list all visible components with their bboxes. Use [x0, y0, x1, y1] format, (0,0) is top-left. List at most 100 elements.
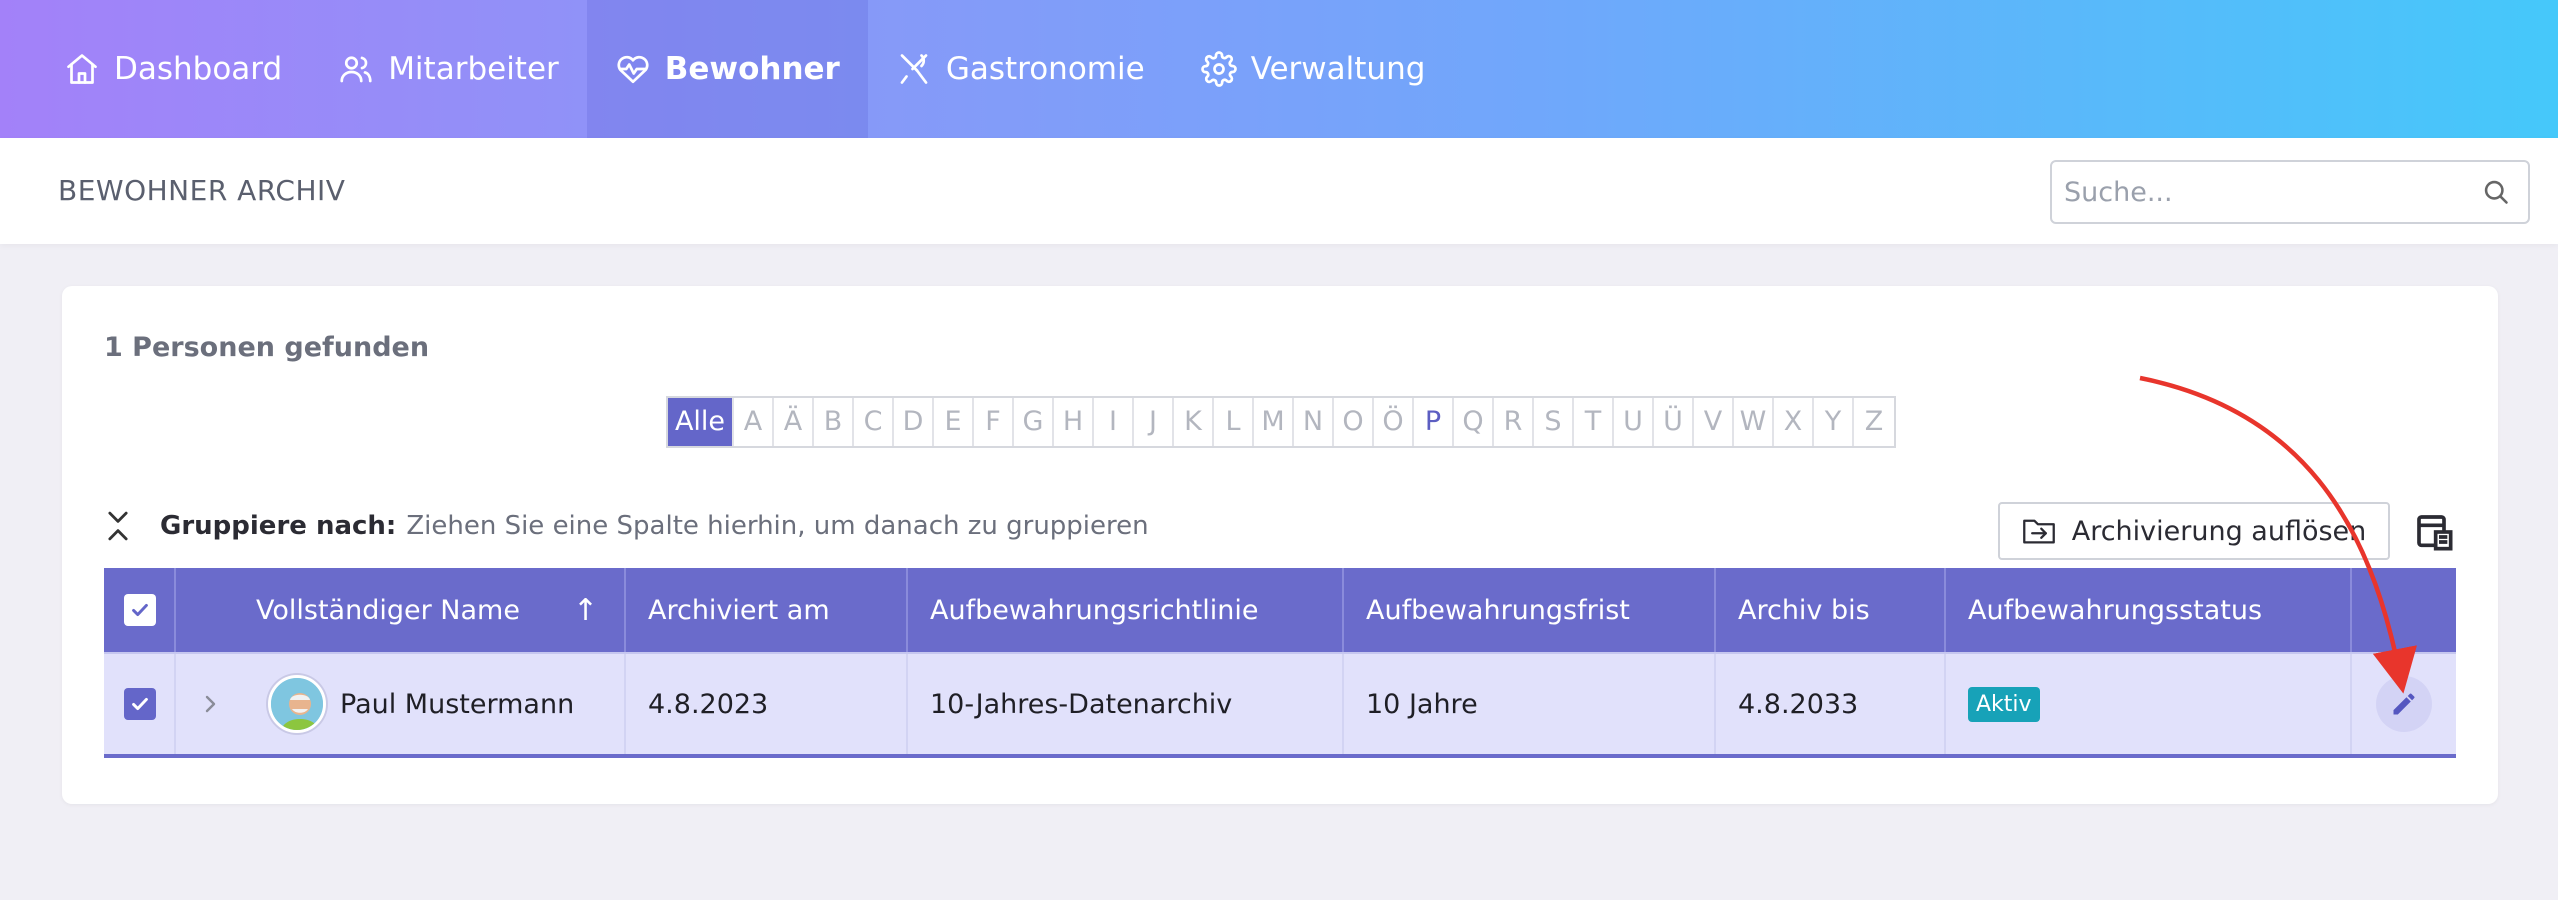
column-header-label: Aufbewahrungsrichtlinie: [930, 594, 1259, 626]
letter-filter[interactable]: R: [1494, 398, 1534, 446]
gear-icon: [1200, 51, 1237, 87]
search-icon[interactable]: [2482, 178, 2510, 206]
avatar-image: [271, 678, 323, 730]
unarchive-button[interactable]: Archivierung auflösen: [1998, 502, 2390, 560]
letter-filter[interactable]: Q: [1454, 398, 1494, 446]
column-header-label: Archiv bis: [1738, 594, 1870, 626]
letter-filter[interactable]: N: [1294, 398, 1334, 446]
actions-cell: [2352, 654, 2456, 754]
nav-item-label: Verwaltung: [1250, 51, 1426, 87]
letter-filter[interactable]: I: [1094, 398, 1134, 446]
column-header-policy[interactable]: Aufbewahrungsrichtlinie: [908, 568, 1344, 652]
table-header: Vollständiger Name ↑ Archiviert am Aufbe…: [104, 568, 2456, 652]
letter-filter[interactable]: Ö: [1374, 398, 1414, 446]
nav-item-label: Gastronomie: [945, 51, 1145, 87]
pencil-icon: [2393, 693, 2415, 715]
column-header-label: Vollständiger Name: [256, 594, 520, 626]
check-icon: [132, 603, 148, 617]
letter-filter[interactable]: B: [814, 398, 854, 446]
avatar: [268, 675, 326, 733]
letter-filter[interactable]: M: [1254, 398, 1294, 446]
status-cell: Aktiv: [1946, 654, 2352, 754]
letter-filter[interactable]: O: [1334, 398, 1374, 446]
name-cell: Paul Mustermann: [176, 654, 626, 754]
nav-item-gastronomie[interactable]: Gastronomie: [868, 0, 1173, 138]
home-icon: [67, 54, 97, 84]
nav-item-bewohner[interactable]: Bewohner: [586, 0, 868, 138]
letter-filter[interactable]: Y: [1814, 398, 1854, 446]
nav-item-dashboard[interactable]: Dashboard: [36, 0, 310, 138]
letter-filter-p[interactable]: P: [1414, 398, 1454, 446]
letter-filter[interactable]: Z: [1854, 398, 1894, 446]
group-by-label: Gruppiere nach:: [160, 511, 397, 541]
archived-on-cell: 4.8.2023: [626, 654, 908, 754]
column-header-name[interactable]: Vollständiger Name ↑: [176, 568, 626, 652]
edit-button[interactable]: [2376, 676, 2432, 732]
collapse-icon[interactable]: [104, 508, 132, 544]
search-box: [2050, 160, 2530, 224]
folder-export-icon: [2022, 519, 2055, 544]
letter-filter[interactable]: L: [1214, 398, 1254, 446]
letter-filter[interactable]: D: [894, 398, 934, 446]
row-checkbox[interactable]: [124, 688, 156, 720]
nav-item-label: Mitarbeiter: [388, 51, 559, 87]
archive-table: Vollständiger Name ↑ Archiviert am Aufbe…: [104, 568, 2456, 758]
column-header-label: Aufbewahrungsstatus: [1968, 594, 2263, 626]
page-title: BEWOHNER ARCHIV: [58, 174, 346, 207]
nav-item-verwaltung[interactable]: Verwaltung: [1173, 0, 1454, 138]
column-header-label: Aufbewahrungsfrist: [1366, 594, 1630, 626]
column-header-archive-until[interactable]: Archiv bis: [1716, 568, 1946, 652]
resident-name: Paul Mustermann: [340, 688, 575, 720]
letter-filter[interactable]: K: [1174, 398, 1214, 446]
letter-filter[interactable]: Ü: [1654, 398, 1694, 446]
column-header-archived-on[interactable]: Archiviert am: [626, 568, 908, 652]
archive-card: 1 Personen gefunden Alle A Ä B C D E F G…: [62, 286, 2498, 804]
nav-item-label: Dashboard: [114, 51, 283, 87]
letter-filter[interactable]: U: [1614, 398, 1654, 446]
sort-ascending-icon[interactable]: ↑: [573, 593, 598, 628]
letter-filter[interactable]: F: [974, 398, 1014, 446]
letter-filter[interactable]: V: [1694, 398, 1734, 446]
nav-item-mitarbeiter[interactable]: Mitarbeiter: [310, 0, 587, 138]
status-badge: Aktiv: [1968, 686, 2040, 722]
period-cell: 10 Jahre: [1344, 654, 1716, 754]
alphabet-filter: Alle A Ä B C D E F G H I J K L M N O Ö P…: [666, 396, 1896, 448]
column-chooser-icon: [2417, 515, 2453, 551]
letter-filter[interactable]: C: [854, 398, 894, 446]
column-header-period[interactable]: Aufbewahrungsfrist: [1344, 568, 1716, 652]
letter-filter[interactable]: T: [1574, 398, 1614, 446]
letter-filter[interactable]: J: [1134, 398, 1174, 446]
table-row[interactable]: Paul Mustermann 4.8.2023 10-Jahres-Daten…: [104, 652, 2456, 758]
letter-filter[interactable]: E: [934, 398, 974, 446]
group-by-panel[interactable]: Gruppiere nach: Ziehen Sie eine Spalte h…: [104, 508, 1149, 544]
page-header: BEWOHNER ARCHIV: [0, 138, 2558, 244]
column-chooser-button[interactable]: [2414, 512, 2454, 552]
unarchive-button-label: Archivierung auflösen: [2071, 515, 2367, 547]
chevron-right-icon[interactable]: [198, 692, 222, 716]
column-header-actions: [2352, 568, 2456, 652]
users-icon: [340, 56, 372, 83]
result-count: 1 Personen gefunden: [104, 332, 430, 363]
letter-filter[interactable]: A: [734, 398, 774, 446]
select-all-cell: [104, 568, 176, 652]
archive-until-cell: 4.8.2033: [1716, 654, 1946, 754]
letter-filter[interactable]: S: [1534, 398, 1574, 446]
row-select-cell: [104, 654, 176, 754]
letter-filter-all[interactable]: Alle: [668, 398, 734, 446]
policy-cell: 10-Jahres-Datenarchiv: [908, 654, 1344, 754]
select-all-checkbox[interactable]: [124, 594, 156, 626]
search-input[interactable]: [2052, 162, 2472, 222]
column-header-label: Archiviert am: [648, 594, 830, 626]
check-icon: [132, 697, 148, 711]
letter-filter[interactable]: H: [1054, 398, 1094, 446]
group-by-hint: Ziehen Sie eine Spalte hierhin, um danac…: [406, 511, 1149, 541]
letter-filter[interactable]: W: [1734, 398, 1774, 446]
letter-filter[interactable]: G: [1014, 398, 1054, 446]
nav-item-label: Bewohner: [664, 51, 840, 87]
letter-filter[interactable]: X: [1774, 398, 1814, 446]
top-navigation: Dashboard Mitarbeiter Bewohner Gastronom…: [0, 0, 2558, 138]
heart-pulse-icon: [617, 55, 649, 84]
column-header-status[interactable]: Aufbewahrungsstatus: [1946, 568, 2352, 652]
fork-knife-icon: [900, 54, 928, 84]
letter-filter[interactable]: Ä: [774, 398, 814, 446]
